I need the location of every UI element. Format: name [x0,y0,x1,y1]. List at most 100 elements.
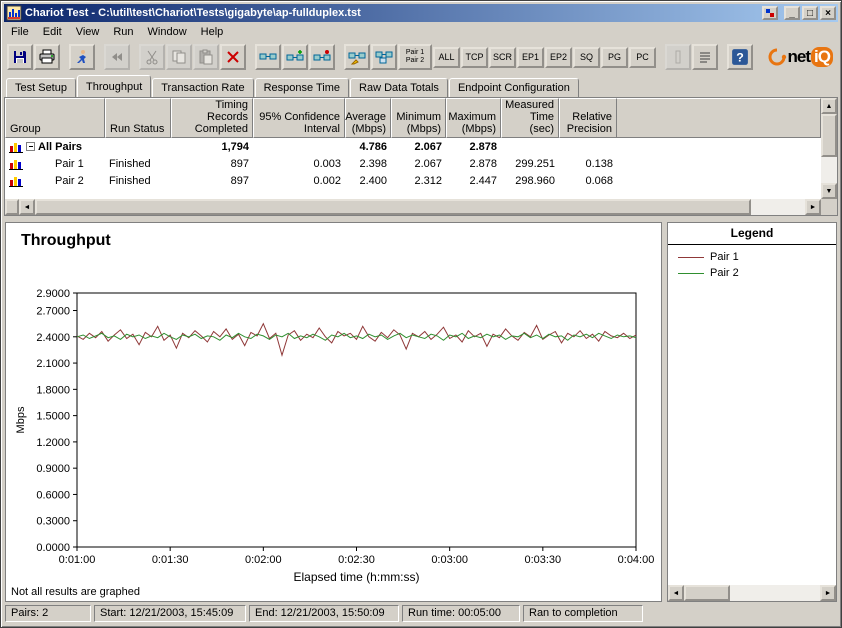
vscroll-track[interactable] [821,114,837,183]
collapse-toggle[interactable] [26,142,35,151]
column-header-timing-records[interactable]: Timing Records Completed [171,98,253,138]
hscroll-thumb[interactable] [35,199,751,215]
menu-window[interactable]: Window [141,24,194,40]
legend-line-sample [678,257,704,258]
filter-pg-button[interactable]: PG [601,47,628,68]
cell-group: Pair 2 [5,175,105,187]
legend-hscroll-track[interactable] [684,585,820,601]
filter-ep1-button[interactable]: EP1 [517,47,544,68]
table-body: All Pairs1,7944.7862.0672.878Pair 1Finis… [5,138,821,189]
tab-raw-data-totals[interactable]: Raw Data Totals [350,78,448,97]
netiq-logo: net iQ [767,47,835,67]
hscroll-track[interactable] [35,199,805,215]
title-bar[interactable]: Chariot Test - C:\util\test\Chariot\Test… [4,4,838,22]
edit-pair-button[interactable] [344,44,370,70]
svg-text:1.5000: 1.5000 [36,411,70,423]
copy-button[interactable] [166,44,192,70]
filter-tcp-button[interactable]: TCP [461,47,488,68]
tab-throughput[interactable]: Throughput [77,75,151,97]
filter-sq-button[interactable]: SQ [573,47,600,68]
column-header-run-status[interactable]: Run Status [105,98,171,138]
legend-entry-pair-2: Pair 2 [668,265,836,281]
pairs-list-button[interactable]: Pair 1Pair 2 [398,44,432,70]
tab-test-setup[interactable]: Test Setup [6,78,76,97]
scroll-left-button[interactable]: ◄ [19,199,35,215]
legend-line-sample [678,273,704,274]
replicate-pair-button[interactable] [371,44,397,70]
table-row-pair-1[interactable]: Pair 1Finished8970.0032.3982.0672.878299… [5,155,821,172]
cell-maximum: 2.878 [446,158,501,170]
rewind-icon [109,49,125,65]
help-button[interactable]: ? [727,44,753,70]
column-header-measured[interactable]: Measured Time (sec) [501,98,559,138]
column-header-95-confidence[interactable]: 95% Confidence Interval [253,98,345,138]
scroll-right-button[interactable]: ► [805,199,821,215]
column-header-group[interactable]: Group [5,98,105,138]
cell-run-status: Finished [105,175,171,187]
column-header-maximum[interactable]: Maximum (Mbps) [446,98,501,138]
menu-run[interactable]: Run [106,24,140,40]
minimize-button[interactable]: _ [784,6,800,20]
legend-scroll-left-button[interactable]: ◄ [668,585,684,601]
filter-ep2-button[interactable]: EP2 [545,47,572,68]
cell-maximum: 2.447 [446,175,501,187]
scissors-icon [144,49,160,65]
svg-text:0.0000: 0.0000 [36,542,70,554]
table-hscrollbar[interactable]: ◄ ► [5,199,821,215]
cell-run-status: Finished [105,158,171,170]
run-test-button[interactable] [69,44,95,70]
menu-edit[interactable]: Edit [36,24,69,40]
report-lines-icon [697,49,713,65]
pair-chart-icon [9,158,23,170]
legend-hscroll-thumb[interactable] [684,585,730,601]
scroll-down-button[interactable]: ▼ [821,183,837,199]
filter-pc-button[interactable]: PC [629,47,656,68]
scroll-up-button[interactable]: ▲ [821,98,837,114]
pane-splitter-button[interactable] [5,199,19,215]
table-row-pair-2[interactable]: Pair 2Finished8970.0022.4002.3122.447298… [5,172,821,189]
netiq-logo-net: net [788,47,811,67]
table-row-all-pairs[interactable]: All Pairs1,7944.7862.0672.878 [5,138,821,155]
menu-file[interactable]: File [4,24,36,40]
netiq-logo-iq: iQ [811,47,833,67]
filter-scr-button[interactable]: SCR [489,47,516,68]
pair-edit-icon [348,49,366,65]
pair-dot-icon [313,49,331,65]
legend-scroll-right-button[interactable]: ► [820,585,836,601]
rewind-results-button[interactable] [104,44,130,70]
cell-timing-records: 897 [171,158,253,170]
throughput-chart: 0.00000.30000.60000.90001.20001.50001.80… [8,263,660,593]
print-button[interactable] [34,44,60,70]
column-header-relative[interactable]: Relative Precision [559,98,617,138]
mini-app-icon [765,8,775,18]
legend-hscrollbar[interactable]: ◄ ► [668,585,836,601]
maximize-button[interactable]: □ [802,6,818,20]
table-vscrollbar[interactable]: ▲ ▼ [821,98,837,199]
tab-transaction-rate[interactable]: Transaction Rate [152,78,253,97]
cell-measured: 299.251 [501,158,559,170]
add-multicast-group-button[interactable] [282,44,308,70]
column-options-button[interactable] [665,44,691,70]
column-header-minimum[interactable]: Minimum (Mbps) [391,98,446,138]
paste-button[interactable] [193,44,219,70]
show-report-button[interactable] [692,44,718,70]
titlebar-extra-button[interactable] [762,6,778,20]
column-header-average[interactable]: Average (Mbps) [345,98,391,138]
filter-all-button[interactable]: ALL [433,47,460,68]
svg-text:0:03:00: 0:03:00 [431,554,468,566]
delete-button[interactable] [220,44,246,70]
add-pair-button[interactable] [255,44,281,70]
add-vpn-pair-button[interactable] [309,44,335,70]
menu-view[interactable]: View [69,24,107,40]
grip-icon [670,49,686,65]
tab-endpoint-configuration[interactable]: Endpoint Configuration [449,78,579,97]
window-title: Chariot Test - C:\util\test\Chariot\Test… [25,7,760,19]
cell-average: 2.398 [345,158,391,170]
vscroll-thumb[interactable] [821,114,837,157]
save-button[interactable] [7,44,33,70]
menu-help[interactable]: Help [194,24,231,40]
cell-minimum: 2.067 [391,158,446,170]
cut-button[interactable] [139,44,165,70]
close-button[interactable]: × [820,6,836,20]
tab-response-time[interactable]: Response Time [255,78,349,97]
